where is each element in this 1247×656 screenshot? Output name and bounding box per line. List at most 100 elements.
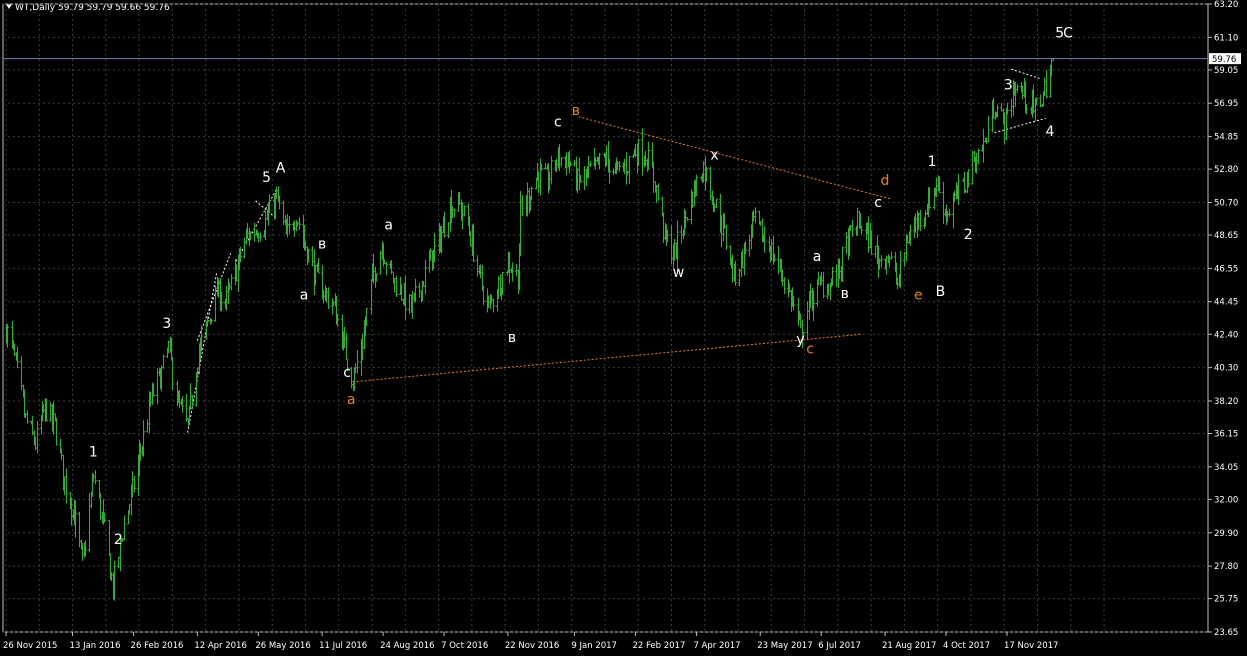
chart-window[interactable]: WT,Daily 59.79 59.79 59.66 59.76 1235Aвac… (0, 0, 1247, 656)
y-tick-label: 63.20 (1214, 0, 1238, 10)
y-tick-label: 48.65 (1214, 231, 1238, 241)
price-bar (987, 115, 990, 143)
y-tick-label: 34.05 (1214, 463, 1238, 473)
price-bar (230, 273, 233, 291)
price-bar (253, 222, 256, 242)
y-tick-label: 56.95 (1214, 99, 1238, 109)
price-bar (379, 250, 382, 275)
price-bar (948, 208, 951, 217)
price-bar (447, 222, 450, 238)
wave-label: в (508, 330, 516, 346)
wave-label: c (554, 114, 562, 130)
price-bar (725, 224, 728, 250)
y-tick-label: 29.90 (1214, 529, 1238, 539)
price-bar (754, 207, 757, 224)
wave-label: w (673, 265, 684, 281)
wave-line (994, 117, 1046, 134)
wave-label: 2 (964, 227, 973, 243)
x-tick-label: 9 Jan 2017 (571, 641, 617, 651)
price-bar (311, 246, 314, 267)
price-bar (162, 354, 165, 369)
wave-label: 1 (89, 445, 98, 461)
y-tick-label: 42.40 (1214, 330, 1238, 340)
x-tick-label: 21 Aug 2017 (882, 641, 936, 651)
price-bar (715, 198, 718, 209)
wave-label: в (841, 286, 849, 302)
y-tick-label: 52.80 (1214, 165, 1238, 175)
price-bar (327, 287, 330, 310)
wave-line (352, 333, 862, 383)
wave-label: x (710, 148, 718, 164)
x-tick-label: 13 Jan 2016 (70, 641, 121, 651)
price-bar (31, 415, 34, 436)
price-bar (385, 261, 388, 276)
price-bar (476, 255, 479, 277)
wave-label: в (572, 103, 580, 119)
price-bar (497, 276, 500, 299)
price-bar (662, 212, 665, 244)
wave-label: a (813, 249, 822, 265)
wave-line (196, 253, 232, 341)
grid (2, 3, 1209, 633)
price-bar (890, 251, 893, 260)
wave-labels: 1235Aвacaaвcвwxycaвcde B12345C (89, 25, 1073, 548)
wave-label: 4 (1046, 124, 1055, 140)
price-bar (418, 282, 421, 298)
price-bar (783, 277, 786, 295)
wave-label: c (343, 365, 351, 381)
price-bar (709, 166, 712, 201)
wave-lines (187, 68, 1046, 433)
price-chart[interactable]: 1235Aвacaaвcвwxycaвcde B12345C 63.2061.10… (0, 0, 1247, 656)
x-tick-label: 11 Jul 2016 (319, 641, 367, 651)
current-price-tag: 59.76 (1209, 53, 1241, 65)
price-bar (26, 410, 29, 424)
price-bar (492, 298, 495, 313)
plot-frame (2, 3, 1209, 633)
y-tick-label: 46.55 (1214, 264, 1238, 274)
price-bar (748, 234, 751, 257)
y-tick-label: 44.45 (1214, 298, 1238, 308)
price-bar (408, 293, 411, 314)
wave-label: 1 (928, 154, 937, 170)
price-bar (243, 237, 246, 259)
price-bar (625, 152, 628, 185)
price-bar (453, 208, 456, 218)
price-bar (919, 209, 922, 232)
wave-label: e (914, 287, 923, 303)
price-bar (55, 417, 58, 446)
x-tick-label: 22 Nov 2016 (505, 641, 559, 651)
price-bar (331, 298, 334, 315)
price-bar (345, 333, 348, 361)
price-bar (156, 368, 159, 405)
x-tick-label: 24 Aug 2016 (380, 641, 434, 651)
price-bar (1043, 77, 1046, 96)
y-tick-label: 61.10 (1214, 33, 1238, 43)
y-tick-label: 25.75 (1214, 595, 1238, 605)
y-tick-label: 59.05 (1214, 66, 1238, 76)
x-tick-label: 6 Jul 2017 (818, 641, 861, 651)
wave-label: 2 (114, 532, 123, 548)
wave-label: 3 (162, 316, 171, 332)
x-axis: 26 Nov 2015 13 Jan 2016 26 Feb 2016 12 Apr … (3, 632, 1058, 651)
price-bar (511, 262, 514, 282)
wave-line (578, 116, 893, 200)
x-tick-label: 7 Oct 2016 (441, 641, 488, 651)
wave-label: 5 (262, 170, 271, 186)
price-bar (578, 157, 581, 191)
price-bar (628, 156, 631, 185)
price-bar (550, 155, 553, 185)
wave-label: B (936, 284, 946, 300)
x-tick-label: 17 Nov 2017 (1004, 641, 1058, 651)
price-bar (49, 402, 52, 422)
price-bar (133, 475, 136, 493)
wave-label: a (300, 287, 309, 303)
wave-label: c (874, 195, 882, 211)
price-bar (1016, 83, 1019, 93)
current-price-label: 59.76 (1212, 55, 1236, 65)
y-tick-label: 50.70 (1214, 198, 1238, 208)
price-bar (123, 515, 126, 541)
price-bar (560, 157, 563, 167)
price-bar (657, 183, 660, 201)
price-bar (880, 255, 883, 268)
price-bar (78, 511, 81, 548)
